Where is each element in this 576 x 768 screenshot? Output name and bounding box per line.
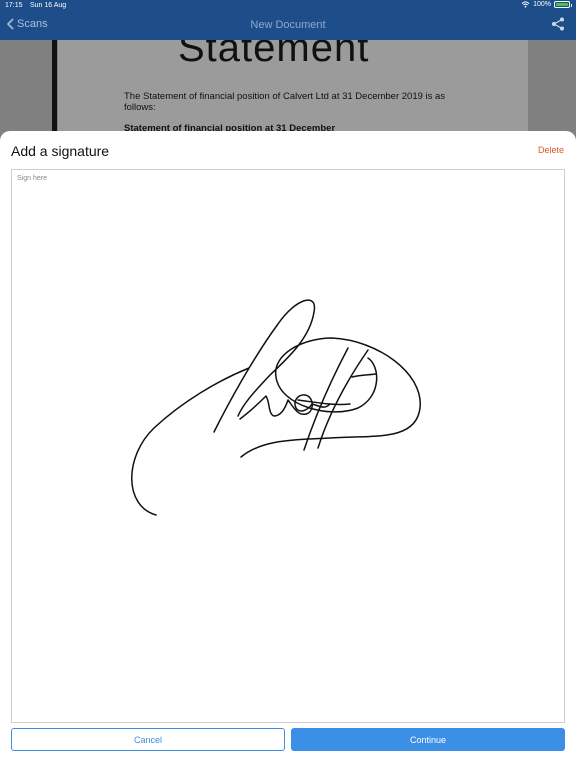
signature-stroke-cross-1	[297, 399, 351, 406]
signature-sheet: Add a signature Delete Sign here Cancel …	[0, 131, 576, 768]
status-time: 17:15	[5, 2, 23, 9]
status-bar: 17:15 Sun 16 Aug 100%	[0, 0, 576, 12]
battery-percent: 100%	[533, 1, 551, 8]
signature-stroke-bar-2	[317, 349, 369, 449]
signature-stroke-loop	[213, 299, 316, 433]
signature-stroke-cross-2	[351, 373, 377, 378]
signature-pad[interactable]: Sign here	[11, 169, 565, 723]
share-icon[interactable]	[550, 16, 566, 32]
signature-drawing	[131, 299, 421, 516]
status-date: Sun 16 Aug	[30, 2, 67, 9]
cancel-button[interactable]: Cancel	[11, 728, 285, 751]
sheet-title: Add a signature	[11, 143, 110, 159]
battery-level	[556, 3, 568, 6]
document-heading: Statement	[178, 40, 370, 70]
continue-button[interactable]: Continue	[291, 728, 565, 751]
signature-stroke-swirl	[240, 337, 421, 458]
wifi-icon	[521, 1, 530, 8]
battery-icon	[554, 1, 572, 8]
signature-stroke-sweep	[131, 367, 250, 516]
status-right: 100%	[521, 1, 572, 8]
delete-button[interactable]: Delete	[538, 145, 564, 155]
navigation-bar: 17:15 Sun 16 Aug 100% Scans New Document	[0, 0, 576, 40]
document-paragraph: The Statement of financial position of C…	[124, 91, 446, 113]
document-margin-rule	[52, 40, 57, 140]
page-title: New Document	[250, 19, 326, 31]
document-preview: Statement The Statement of financial pos…	[0, 40, 576, 140]
